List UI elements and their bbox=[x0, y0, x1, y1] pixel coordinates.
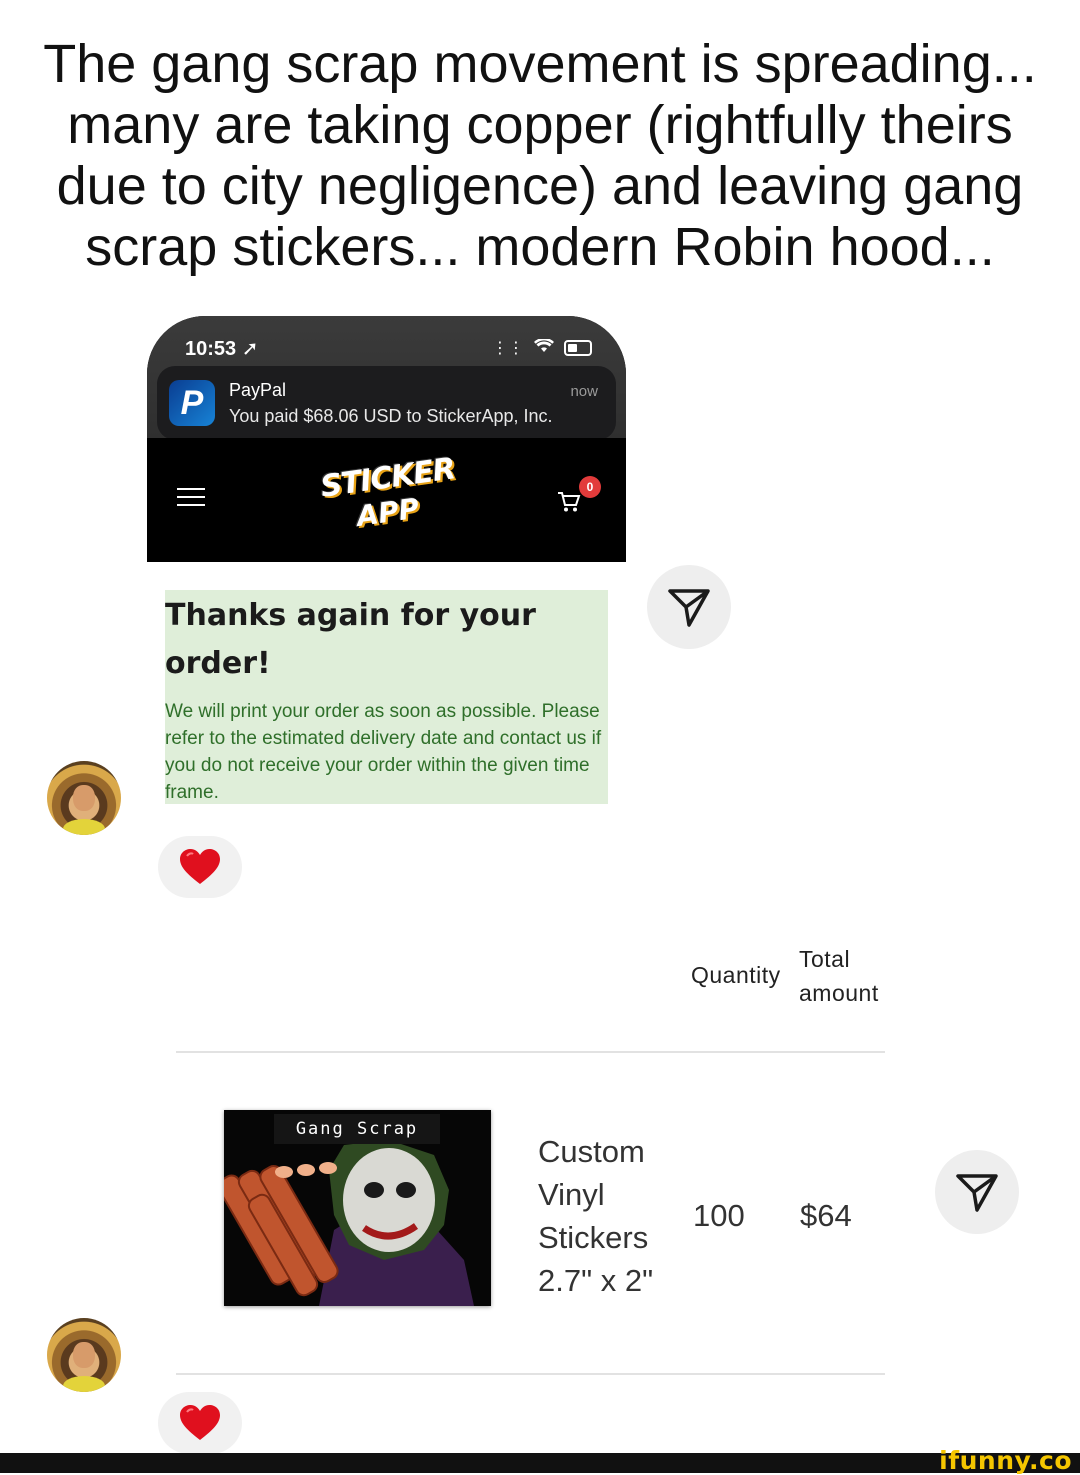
phone-screenshot: 10:53 ➚ ⋮⋮ P PayPal now You paid $68.06 … bbox=[147, 316, 626, 562]
ifunny-watermark: ifunny.co bbox=[939, 1446, 1072, 1475]
hamburger-icon[interactable] bbox=[177, 488, 205, 508]
share-button[interactable] bbox=[647, 565, 731, 649]
location-arrow-icon: ➚ bbox=[241, 338, 259, 360]
status-icons: ⋮⋮ bbox=[492, 337, 592, 358]
sticker-app-header: STICKER APP 0 bbox=[147, 438, 626, 562]
send-icon bbox=[668, 589, 710, 627]
total-header-line1: Total bbox=[799, 946, 851, 972]
heart-icon bbox=[180, 1405, 220, 1440]
quantity-value: 100 bbox=[693, 1198, 745, 1233]
meme-caption: The gang scrap movement is spreading... … bbox=[43, 34, 1037, 277]
signal-icon: ⋮⋮ bbox=[492, 340, 524, 357]
divider bbox=[176, 1373, 885, 1375]
like-button[interactable] bbox=[158, 836, 242, 898]
battery-icon bbox=[564, 340, 592, 356]
quantity-header: Quantity bbox=[691, 962, 781, 988]
paypal-icon: P bbox=[169, 380, 215, 426]
notification-app-name: PayPal bbox=[229, 380, 287, 400]
cart-icon[interactable] bbox=[557, 491, 581, 519]
avatar[interactable] bbox=[47, 1318, 121, 1392]
wifi-icon bbox=[534, 337, 554, 358]
thanks-heading: Thanks again for your order! bbox=[165, 598, 536, 681]
product-image: Gang Scrap bbox=[224, 1110, 491, 1306]
like-button[interactable] bbox=[158, 1392, 242, 1454]
paypal-notification[interactable]: P PayPal now You paid $68.06 USD to Stic… bbox=[157, 366, 616, 440]
product-label: Gang Scrap bbox=[274, 1114, 440, 1144]
status-bar: 10:53 ➚ ⋮⋮ P PayPal now You paid $68.06 … bbox=[147, 316, 626, 440]
thanks-body: We will print your order as soon as poss… bbox=[165, 701, 602, 803]
share-button[interactable] bbox=[935, 1150, 1019, 1234]
footer-bar bbox=[0, 1453, 1080, 1473]
divider bbox=[176, 1051, 885, 1053]
product-name: Custom Vinyl Stickers 2.7" x 2" bbox=[538, 1134, 654, 1298]
total-header-line2: amount bbox=[799, 980, 879, 1006]
amount-value: $64 bbox=[800, 1198, 852, 1233]
sticker-app-logo[interactable]: STICKER APP bbox=[318, 451, 457, 545]
send-icon bbox=[956, 1174, 998, 1212]
notification-time: now bbox=[570, 383, 598, 400]
heart-icon bbox=[180, 849, 220, 884]
order-confirmation-box: Thanks again for your order! We will pri… bbox=[165, 590, 608, 804]
cart-count-badge: 0 bbox=[579, 476, 601, 498]
notification-body: You paid $68.06 USD to StickerApp, Inc. bbox=[229, 406, 553, 426]
status-time: 10:53 ➚ bbox=[185, 338, 259, 360]
avatar[interactable] bbox=[47, 761, 121, 835]
